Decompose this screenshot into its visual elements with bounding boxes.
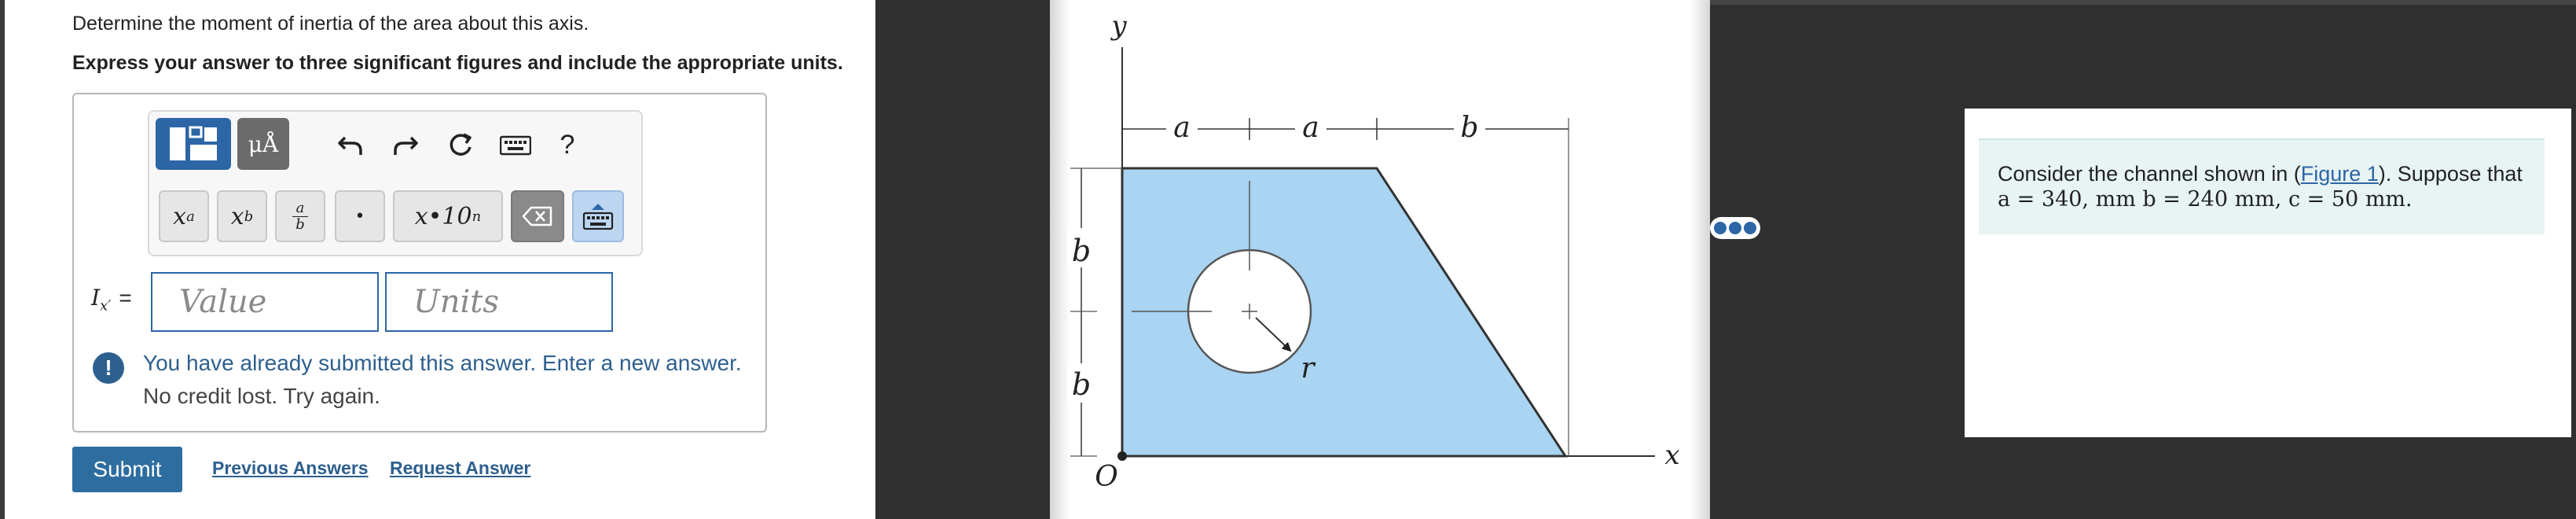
dim-b-1: b bbox=[1072, 234, 1091, 268]
keyboard-toggle-button[interactable] bbox=[572, 190, 624, 242]
dim-b-2: b bbox=[1072, 367, 1091, 402]
sci-sup: n bbox=[472, 208, 482, 225]
more-options-button[interactable] bbox=[1710, 217, 1760, 239]
submit-button[interactable]: Submit bbox=[72, 447, 182, 492]
instruction-text: Express your answer to three significant… bbox=[72, 52, 843, 74]
question-pane: Determine the moment of inertia of the a… bbox=[5, 0, 875, 519]
fraction-denominator: b bbox=[295, 215, 305, 233]
keyboard-toggle-icon bbox=[582, 204, 614, 230]
answer-equals: = bbox=[119, 285, 132, 310]
channel-figure: a a b b b r y x O bbox=[1067, 10, 1680, 493]
answer-label: Ix′ = bbox=[91, 285, 132, 315]
dim-b-top: b bbox=[1460, 112, 1478, 144]
figure-link[interactable]: Figure 1 bbox=[2301, 162, 2379, 186]
dark-top-line bbox=[1710, 0, 2576, 5]
undo-button[interactable] bbox=[328, 123, 372, 167]
radius-label: r bbox=[1301, 352, 1316, 385]
more-dot-icon bbox=[1744, 222, 1756, 234]
more-dot-icon bbox=[1714, 222, 1727, 234]
subscript-button[interactable]: xb bbox=[217, 190, 267, 242]
c-value: c = 50 mm. bbox=[2288, 187, 2413, 212]
help-label: ? bbox=[560, 129, 575, 160]
value-input[interactable]: Value bbox=[151, 272, 379, 332]
subscript-sub: b bbox=[244, 208, 254, 225]
problem-statement: Consider the channel shown in (Figure 1)… bbox=[1979, 138, 2545, 234]
exponent-base: x bbox=[173, 202, 187, 230]
origin-label: O bbox=[1095, 461, 1118, 493]
dark-gutter-left bbox=[875, 0, 1050, 519]
statement-line-2: a = 340, mm b = 240 mm, c = 50 mm. bbox=[1998, 187, 2413, 212]
keyboard-icon bbox=[500, 135, 531, 156]
dot-label: • bbox=[354, 206, 365, 226]
figure-panel: a a b b b r y x O bbox=[1050, 0, 1710, 519]
redo-button[interactable] bbox=[383, 123, 427, 167]
dot-button[interactable]: • bbox=[335, 190, 385, 242]
delete-button[interactable] bbox=[511, 190, 564, 242]
info-panel: Consider the channel shown in (Figure 1)… bbox=[1965, 109, 2571, 437]
dim-a-1: a bbox=[1173, 112, 1190, 144]
statement-prefix: Consider the channel shown in ( bbox=[1998, 162, 2301, 186]
keyboard-button[interactable] bbox=[494, 123, 538, 167]
origin-point bbox=[1117, 451, 1127, 461]
answer-variable: I bbox=[91, 285, 101, 311]
fraction-numerator: a bbox=[295, 199, 305, 216]
backspace-icon bbox=[522, 206, 552, 226]
b-value: b = 240 mm, bbox=[2142, 187, 2282, 212]
statement-line-1: Consider the channel shown in (Figure 1)… bbox=[1998, 162, 2523, 186]
request-answer-link[interactable]: Request Answer bbox=[390, 458, 530, 479]
units-input[interactable]: Units bbox=[385, 272, 613, 332]
dim-a-2: a bbox=[1302, 112, 1319, 144]
symbols-label: μÅ bbox=[248, 131, 279, 157]
more-dot-icon bbox=[1729, 222, 1741, 234]
answer-box: μÅ ? xa xb a b • x•10 n Ix′ = Value Unit… bbox=[72, 93, 767, 432]
reset-icon bbox=[450, 133, 472, 156]
y-axis-label: y bbox=[1110, 10, 1127, 42]
feedback-line-2: No credit lost. Try again. bbox=[143, 384, 380, 408]
undo-icon bbox=[338, 136, 362, 155]
exponent-button[interactable]: xa bbox=[159, 190, 209, 242]
exponent-sup: a bbox=[186, 208, 195, 225]
reset-button[interactable] bbox=[439, 123, 483, 167]
statement-suffix: ). Suppose that bbox=[2378, 162, 2523, 186]
help-button[interactable]: ? bbox=[545, 123, 589, 167]
alert-icon: ! bbox=[93, 352, 124, 384]
previous-answers-link[interactable]: Previous Answers bbox=[212, 458, 369, 479]
fraction-button[interactable]: a b bbox=[275, 190, 325, 242]
answer-subscript: x′ bbox=[100, 297, 112, 315]
redo-icon bbox=[394, 136, 418, 155]
math-toolbar: μÅ ? xa xb a b • x•10 n bbox=[148, 110, 643, 256]
symbols-button[interactable]: μÅ bbox=[237, 118, 289, 170]
x-axis-label: x bbox=[1664, 440, 1679, 471]
scientific-notation-button[interactable]: x•10 n bbox=[393, 190, 503, 242]
sci-label: x•10 bbox=[414, 202, 472, 230]
templates-button[interactable] bbox=[156, 118, 231, 170]
a-value: a = 340, mm bbox=[1998, 187, 2136, 212]
subscript-base: x bbox=[230, 202, 244, 230]
feedback-line-1: You have already submitted this answer. … bbox=[143, 351, 742, 375]
question-text: Determine the moment of inertia of the a… bbox=[72, 13, 589, 35]
templates-icon bbox=[170, 126, 217, 160]
